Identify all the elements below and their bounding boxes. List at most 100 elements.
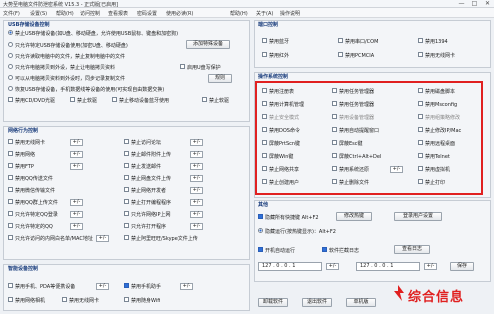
network-right-item[interactable]: 禁止网络开发者 [124, 187, 166, 194]
storage-option-4[interactable]: 只允许电脑拷贝到外设，禁止让电脑拷贝资料 [8, 64, 115, 71]
system-item[interactable]: 禁用组策略修改 [418, 114, 460, 121]
uninstall-button[interactable]: 卸载软件 [258, 298, 288, 307]
system-item[interactable]: 禁用Telnet [418, 153, 450, 160]
network-right-item[interactable]: 禁止邮件附件上传 [124, 151, 171, 158]
smart-device-item[interactable]: 禁用手机、PDA等便携设备 [8, 283, 75, 290]
smart-device-item[interactable]: 禁用随身Wifi [124, 297, 160, 304]
system-item[interactable]: 禁用设备管理器 [332, 114, 374, 121]
system-item[interactable]: 禁止打印 [418, 179, 445, 186]
add-button[interactable]: +/- [190, 187, 203, 194]
port-item[interactable]: 禁用红外 [262, 52, 289, 59]
floppy-checkbox[interactable]: 禁止软驱 [70, 97, 97, 104]
system-item[interactable]: 禁止修改IP/Mac [418, 127, 461, 134]
add-button[interactable]: +/- [326, 263, 339, 270]
system-item[interactable]: 禁用系统还原 [332, 166, 369, 173]
port-item[interactable]: 禁用蓝牙 [262, 38, 289, 45]
menu-item-file[interactable]: 文件(F) [3, 10, 20, 17]
menu-item-help2[interactable]: 帮助(H) [230, 10, 248, 17]
storage-option-5[interactable]: 可以从电脑拷贝资料到外设时，同步记录复制文件 [8, 75, 125, 82]
add-button[interactable]: +/- [190, 151, 203, 158]
smart-device-item[interactable]: 禁用手机助手 [124, 283, 161, 290]
startup-checkbox[interactable]: 开机自动运行 [258, 247, 295, 254]
network-right-item[interactable]: 禁止打开编程程序 [124, 199, 171, 206]
network-right-item[interactable]: 禁止阿里旺旺/Skype文件上传 [124, 235, 198, 242]
ip-end-field[interactable]: 127 . 0 . 0 . 1 [356, 262, 420, 271]
add-button[interactable]: +/- [190, 211, 203, 218]
system-item[interactable]: 禁用Msconfig [418, 101, 457, 108]
network-left-item[interactable]: 禁用无线网卡 [8, 139, 45, 146]
network-left-item[interactable]: 只允许特定QQ登录 [8, 211, 58, 218]
smart-device-item[interactable]: 禁用无线网卡 [62, 297, 99, 304]
network-left-item[interactable]: 禁用微信传输文件 [8, 187, 55, 194]
standalone-button[interactable]: 单机版 [346, 298, 376, 307]
add-button[interactable]: +/- [70, 211, 83, 218]
ip-start-field[interactable]: 127 . 0 . 0 . 1 [258, 262, 322, 271]
system-item[interactable]: 屏蔽PrtScn键 [262, 140, 300, 147]
storage-option-6[interactable]: 恢复USB存储设备，手机数据线等设备的使用(可实现自由数据交换) [8, 86, 164, 93]
storage-option-3[interactable]: 只允许读取电脑中的文件，禁止复制电脑中的文件 [8, 53, 125, 60]
system-item[interactable]: 禁用磁盘脚本 [418, 88, 455, 95]
add-button[interactable]: +/- [424, 263, 437, 270]
write-protect-checkbox[interactable]: 启用U盘写保护 [180, 64, 221, 71]
system-item[interactable]: 屏蔽Esc键 [332, 140, 363, 147]
network-right-item[interactable]: 禁止网盘文件上传 [124, 175, 171, 182]
system-item[interactable]: 禁止删除文件 [332, 179, 369, 186]
hidden-run-radio[interactable]: 隐藏运行(按热键显示)：Alt+F2 [258, 228, 336, 235]
save-button[interactable]: 保存 [450, 262, 474, 271]
smart-device-item[interactable]: 禁用网络相机 [8, 297, 45, 304]
login-user-button[interactable]: 登录用户设置 [394, 212, 442, 221]
menu-item-settings[interactable]: 设置(S) [30, 10, 47, 17]
bluetooth-checkbox[interactable]: 禁止移动设备蓝牙使用 [112, 97, 169, 104]
add-button[interactable]: +/- [70, 199, 83, 206]
menu-item-access[interactable]: 访问控制 [80, 10, 100, 17]
system-item[interactable]: 禁用计算机管理 [262, 101, 304, 108]
network-left-item[interactable]: 只允许特定的QQ [8, 223, 53, 230]
add-device-button[interactable]: 添加特殊设备 [186, 40, 230, 49]
network-right-item[interactable]: 只允许打开程序 [124, 223, 166, 230]
menu-item-about[interactable]: 关于(A) [256, 10, 273, 17]
network-left-item[interactable]: 禁用网络 [8, 151, 35, 158]
add-button[interactable]: +/- [70, 223, 83, 230]
port-item[interactable]: 禁用PCMCIA [338, 52, 374, 59]
maximize-button[interactable]: □ [468, 0, 481, 8]
add-button[interactable]: +/- [190, 163, 203, 170]
system-item[interactable]: 禁止网络共享 [262, 166, 299, 173]
add-button[interactable]: +/- [180, 283, 193, 290]
system-item[interactable]: 屏蔽Win键 [262, 153, 293, 160]
storage-option-1[interactable]: 禁止USB存储设备(如U盘、移动硬盘，允许使用USB鼠标、键盘和加密狗) [8, 30, 178, 37]
system-item[interactable]: 禁用DOS命令 [262, 127, 300, 134]
network-right-item[interactable]: 只允许网络IP上网 [124, 211, 171, 218]
add-button[interactable]: +/- [190, 139, 203, 146]
system-item[interactable]: 禁用任务管理器 [332, 88, 374, 95]
system-item[interactable]: 禁用虚拟机 [418, 166, 450, 173]
network-left-item[interactable]: 禁用FTP [8, 163, 34, 170]
add-button[interactable]: +/- [96, 235, 109, 242]
menu-item-guide[interactable]: 使用必读(R) [166, 10, 193, 17]
port-item[interactable]: 禁用无线网卡 [418, 52, 455, 59]
menu-item-help[interactable]: 帮助(H) [56, 10, 74, 17]
add-button[interactable]: +/- [96, 283, 109, 290]
close-button[interactable]: ✕ [481, 0, 494, 8]
add-button[interactable]: +/- [390, 166, 403, 173]
add-button[interactable]: +/- [190, 175, 203, 182]
storage-option-2[interactable]: 只允许特定USB存储设备使用(加密U盘、移动硬盘) [8, 42, 128, 49]
add-button[interactable]: +/- [190, 223, 203, 230]
menu-item-report[interactable]: 查看报表 [108, 10, 128, 17]
system-item[interactable]: 屏蔽Ctrl+Alt+Del [332, 153, 381, 160]
port-item[interactable]: 禁用串口/COM [338, 38, 378, 45]
network-left-item[interactable]: 只允许访问的内网白名单/MAC地址 [8, 235, 93, 242]
network-right-item[interactable]: 禁止访问论坛 [124, 139, 161, 146]
system-item[interactable]: 禁止创建用户 [262, 179, 299, 186]
network-left-item[interactable]: 禁用QQ传送文件 [8, 175, 53, 182]
network-left-item[interactable]: 禁用QQ群上传文件 [8, 199, 58, 206]
system-item[interactable]: 禁止安全模式 [262, 114, 299, 121]
hotkey-checkbox[interactable]: 隐藏所有快捷键 Alt+F2 [258, 214, 319, 221]
system-item[interactable]: 禁用自动提醒窗口 [332, 127, 379, 134]
system-item[interactable]: 禁用远程桌面 [418, 140, 455, 147]
system-item[interactable]: 禁用任务管理器 [332, 101, 374, 108]
menu-item-password[interactable]: 密码设置 [137, 10, 157, 17]
network-right-item[interactable]: 禁止发送邮件 [124, 163, 161, 170]
minimize-button[interactable]: — [455, 0, 468, 8]
add-button[interactable]: +/- [70, 151, 83, 158]
port-item[interactable]: 禁用1394 [418, 38, 448, 45]
